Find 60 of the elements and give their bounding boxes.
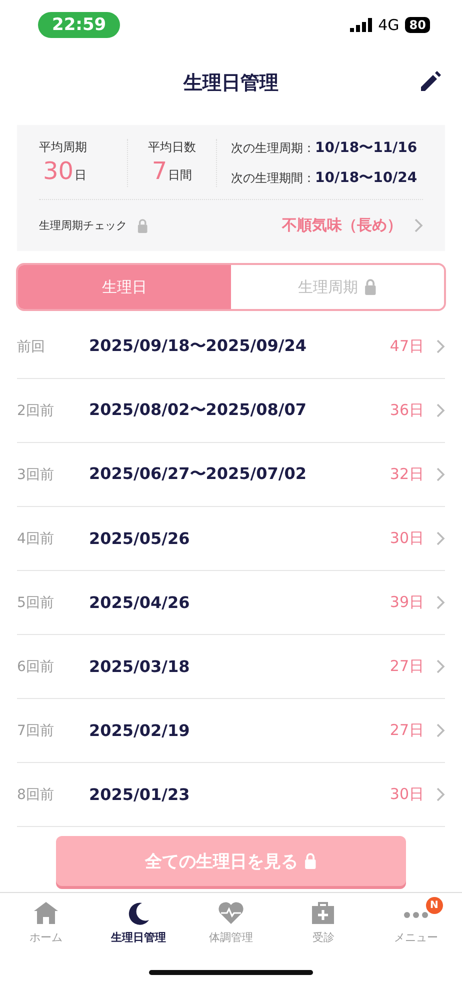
chevron-right-icon xyxy=(436,531,445,546)
chevron-right-icon xyxy=(436,659,445,674)
stat-unit: 日間 xyxy=(168,167,192,184)
period-dates[interactable]: 2025/04/26 xyxy=(89,593,190,612)
heart-pulse-icon xyxy=(217,901,246,925)
more-icon xyxy=(402,912,429,918)
period-label: 前回 xyxy=(17,338,46,356)
stat-value: 7 xyxy=(152,157,168,185)
chevron-right-icon xyxy=(436,339,445,354)
chevron-right-icon xyxy=(436,787,445,802)
cycle-days: 27日 xyxy=(390,721,424,740)
period-label: 4回前 xyxy=(17,530,55,548)
nav-item[interactable]: 生理日管理 xyxy=(92,901,185,945)
cycle-days: 32日 xyxy=(390,465,424,484)
stat-label: 平均周期 xyxy=(39,139,87,156)
period-dates[interactable]: 2025/02/19 xyxy=(89,721,190,740)
stat-value: 30 xyxy=(43,157,74,185)
lock-icon xyxy=(304,853,317,869)
next-label: 次の生理期間： xyxy=(231,170,315,187)
chevron-right-icon xyxy=(436,403,445,418)
stat-label: 平均日数 xyxy=(148,139,196,156)
period-label: 6回前 xyxy=(17,658,55,676)
period-label: 2回前 xyxy=(17,402,55,420)
cycle-days: 27日 xyxy=(390,657,424,676)
period-label: 3回前 xyxy=(17,466,55,484)
period-label: 5回前 xyxy=(17,594,55,612)
period-dates[interactable]: 2025/03/18 xyxy=(89,657,190,676)
period-label: 8回前 xyxy=(17,786,55,804)
cycle-days: 36日 xyxy=(390,401,424,420)
lock-icon xyxy=(364,279,377,295)
notification-badge: N xyxy=(426,897,443,914)
chevron-right-icon xyxy=(414,218,423,233)
next-value: 10/18〜11/16 xyxy=(315,139,418,157)
period-label: 7回前 xyxy=(17,722,55,740)
battery-level: 80 xyxy=(405,17,430,33)
page-title: 生理日管理 xyxy=(184,70,278,96)
cycle-days: 30日 xyxy=(390,529,424,548)
lock-icon xyxy=(137,218,148,232)
cycle-days: 47日 xyxy=(390,337,424,356)
period-dates[interactable]: 2025/05/26 xyxy=(89,529,190,548)
cycle-days: 39日 xyxy=(390,593,424,612)
check-label: 生理周期チェック xyxy=(39,218,127,233)
period-dates[interactable]: 2025/08/02〜2025/08/07 xyxy=(89,400,306,421)
edit-button[interactable] xyxy=(418,70,442,94)
status-time: 22:59 xyxy=(38,12,120,38)
moon-icon xyxy=(126,901,151,925)
signal-icon xyxy=(350,18,372,32)
period-dates[interactable]: 2025/01/23 xyxy=(89,785,190,804)
network-type: 4G xyxy=(378,16,400,34)
chevron-right-icon xyxy=(436,723,445,738)
medical-bag-icon xyxy=(311,901,336,925)
chevron-right-icon xyxy=(436,467,445,482)
next-label: 次の生理周期： xyxy=(231,140,315,157)
house-icon xyxy=(33,901,60,925)
period-dates[interactable]: 2025/06/27〜2025/07/02 xyxy=(89,464,306,485)
cycle-days: 30日 xyxy=(390,785,424,804)
stat-unit: 日 xyxy=(74,167,87,184)
chevron-right-icon xyxy=(436,595,445,610)
period-dates[interactable]: 2025/09/18〜2025/09/24 xyxy=(89,336,306,357)
next-value: 10/18〜10/24 xyxy=(315,169,418,187)
